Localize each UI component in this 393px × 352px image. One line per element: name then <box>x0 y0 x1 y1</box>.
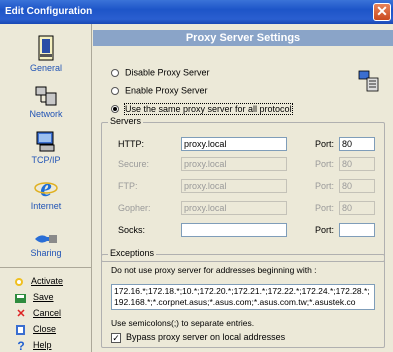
close-icon[interactable]: ✕ <box>373 3 391 21</box>
same-proxy-radio[interactable]: Use the same proxy server for all protoc… <box>111 102 293 115</box>
sidebar-item-label: TCP/IP <box>31 155 61 165</box>
http-label: HTTP: <box>118 139 144 149</box>
window-title: Edit Configuration <box>5 6 93 17</box>
title-bar: Edit Configuration ✕ <box>0 0 393 24</box>
close-button[interactable]: Close <box>14 322 56 336</box>
sidebar-divider <box>0 267 92 268</box>
sidebar-item-label: Sharing <box>30 248 62 258</box>
gopher-proxy-input[interactable]: proxy.local <box>181 201 287 215</box>
save-button[interactable]: Save <box>14 290 54 304</box>
socks-port-input[interactable] <box>339 223 375 237</box>
gopher-label: Gopher: <box>118 203 151 213</box>
page-title: Proxy Server Settings <box>93 30 393 46</box>
sidebar: General Network TCP/IP e Internet Sharin… <box>0 24 92 352</box>
socks-label: Socks: <box>118 225 146 235</box>
sidebar-item-label: Internet <box>30 201 62 211</box>
bypass-local-checkbox[interactable]: ✓ Bypass proxy server on local addresses <box>111 331 285 343</box>
tcpip-icon <box>36 131 55 152</box>
disable-proxy-radio[interactable]: Disable Proxy Server <box>111 66 210 78</box>
ftp-port-label: Port: <box>315 181 335 191</box>
gopher-port-input[interactable]: 80 <box>339 201 375 215</box>
http-port-input[interactable]: 80 <box>339 137 375 151</box>
exceptions-hint: Use semicolons(;) to separate entries. <box>111 318 255 328</box>
enable-proxy-radio[interactable]: Enable Proxy Server <box>111 84 208 96</box>
http-port-label: Port: <box>315 139 335 149</box>
close-doc-icon <box>16 324 25 335</box>
internet-icon: e <box>34 174 58 200</box>
exceptions-description: Do not use proxy server for addresses be… <box>111 265 317 275</box>
ftp-proxy-input[interactable]: proxy.local <box>181 179 287 193</box>
help-icon: ? <box>17 338 25 352</box>
exceptions-group-title: Exceptions <box>108 248 157 258</box>
ftp-label: FTP: <box>118 181 138 191</box>
sidebar-item-sharing[interactable]: Sharing <box>0 231 92 258</box>
exceptions-textarea[interactable]: 172.16.*;172.18.*;10.*;172.20.*;172.21.*… <box>111 284 375 310</box>
socks-port-label: Port: <box>315 225 335 235</box>
main-panel: Proxy Server Settings Disable Proxy Serv… <box>93 24 393 352</box>
socks-proxy-input[interactable] <box>181 223 287 237</box>
secure-label: Secure: <box>118 159 150 169</box>
sidebar-item-network[interactable]: Network <box>0 84 92 119</box>
svg-text:e: e <box>40 174 52 200</box>
cancel-icon: ✕ <box>16 307 26 320</box>
gopher-port-label: Port: <box>315 203 335 213</box>
activate-button[interactable]: Activate <box>12 274 63 288</box>
save-icon <box>15 293 26 303</box>
http-proxy-input[interactable]: proxy.local <box>181 137 287 151</box>
help-button[interactable]: ? Help <box>14 338 51 352</box>
activate-icon <box>15 277 23 286</box>
ftp-port-input[interactable]: 80 <box>339 179 375 193</box>
proxy-computer-icon <box>358 70 379 92</box>
cancel-button[interactable]: ✕ Cancel <box>14 306 61 320</box>
general-icon <box>38 35 54 61</box>
sidebar-item-tcpip[interactable]: TCP/IP <box>0 130 92 165</box>
secure-port-label: Port: <box>315 159 335 169</box>
secure-port-input[interactable]: 80 <box>339 157 375 171</box>
sidebar-item-label: Network <box>29 109 63 119</box>
sidebar-item-general[interactable]: General <box>0 34 92 73</box>
servers-group-title: Servers <box>108 116 144 126</box>
secure-proxy-input[interactable]: proxy.local <box>181 157 287 171</box>
network-icon <box>35 86 57 106</box>
sharing-icon <box>35 235 57 243</box>
sidebar-item-internet[interactable]: e Internet <box>0 174 92 211</box>
sidebar-item-label: General <box>29 63 63 73</box>
